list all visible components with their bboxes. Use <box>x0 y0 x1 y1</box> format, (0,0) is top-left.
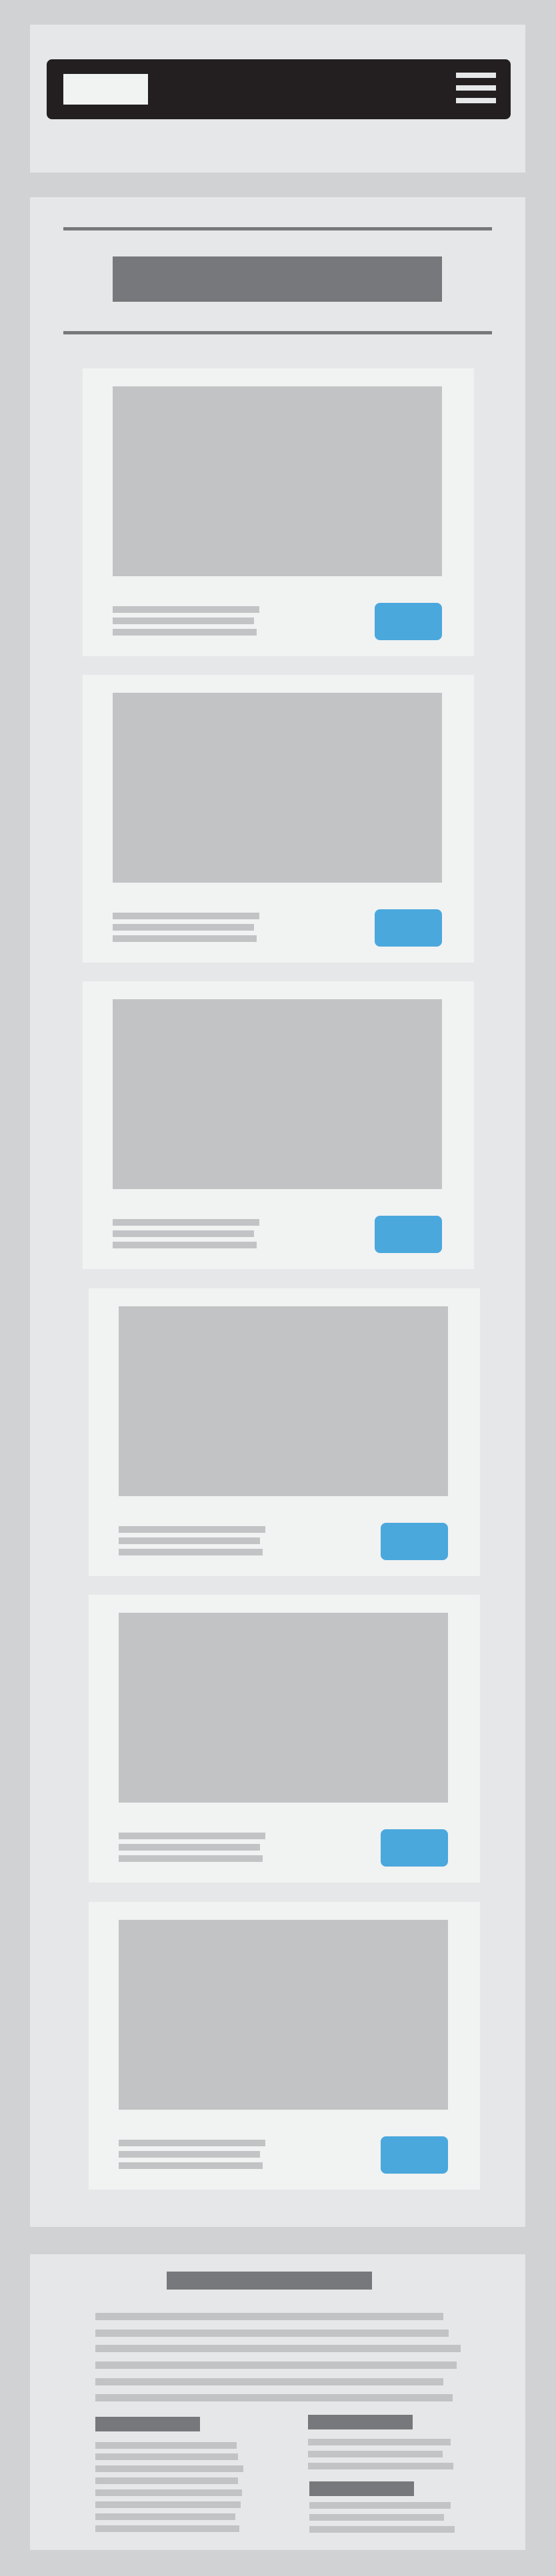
footer-link-placeholder[interactable] <box>309 2502 451 2509</box>
card-5 <box>89 1595 480 1883</box>
footer-link-placeholder[interactable] <box>308 2463 453 2469</box>
page-title-placeholder <box>113 256 442 302</box>
card-action-button[interactable] <box>375 603 442 640</box>
footer-column-heading <box>308 2415 413 2429</box>
card-text-line <box>119 1526 265 1533</box>
footer-link-placeholder[interactable] <box>95 2489 242 2496</box>
card-image-placeholder <box>119 1306 448 1496</box>
footer-link-placeholder[interactable] <box>95 2453 238 2460</box>
footer-column-heading <box>95 2417 200 2431</box>
footer-column-heading <box>309 2481 414 2496</box>
footer-text-line <box>95 2361 457 2369</box>
card-1 <box>83 368 474 656</box>
card-action-button[interactable] <box>381 1829 448 1867</box>
footer-link-placeholder[interactable] <box>308 2439 451 2445</box>
divider-bottom <box>63 331 492 334</box>
footer-link-placeholder[interactable] <box>95 2442 237 2449</box>
divider-top <box>63 227 492 230</box>
card-action-button[interactable] <box>375 1216 442 1253</box>
footer-link-placeholder[interactable] <box>95 2513 235 2520</box>
footer-text-line <box>95 2394 453 2401</box>
card-image-placeholder <box>113 386 442 576</box>
footer-link-placeholder[interactable] <box>309 2526 455 2533</box>
card-image-placeholder <box>113 693 442 883</box>
footer-link-placeholder[interactable] <box>95 2501 241 2508</box>
card-2 <box>83 675 474 963</box>
menu-line <box>456 73 496 78</box>
footer-text-line <box>95 2313 443 2320</box>
card-text-line <box>119 1549 263 1555</box>
card-text-line <box>119 2140 265 2146</box>
card-action-button[interactable] <box>381 1523 448 1560</box>
card-text-line <box>119 2151 260 2158</box>
card-text-line <box>113 629 257 636</box>
card-text-line <box>119 2162 263 2169</box>
card-6 <box>89 1902 480 2190</box>
card-3 <box>83 981 474 1269</box>
card-image-placeholder <box>119 1613 448 1803</box>
card-text-line <box>113 618 254 624</box>
footer-link-placeholder[interactable] <box>95 2525 239 2532</box>
card-text-line <box>113 924 254 931</box>
card-4 <box>89 1288 480 1576</box>
card-image-placeholder <box>113 999 442 1189</box>
logo-placeholder[interactable] <box>63 74 148 105</box>
card-image-placeholder <box>119 1920 448 2110</box>
card-text-line <box>119 1833 265 1839</box>
footer-text-line <box>95 2378 443 2385</box>
card-text-line <box>113 1219 259 1226</box>
footer-link-placeholder[interactable] <box>95 2477 238 2484</box>
menu-line <box>456 85 496 91</box>
card-text-line <box>119 1844 260 1851</box>
footer-link-placeholder[interactable] <box>308 2451 443 2457</box>
card-text-line <box>113 913 259 919</box>
card-text-line <box>119 1855 263 1862</box>
footer-link-placeholder[interactable] <box>309 2514 444 2521</box>
card-text-line <box>113 1242 257 1248</box>
card-action-button[interactable] <box>375 909 442 947</box>
card-text-line <box>113 606 259 613</box>
footer-text-line <box>95 2330 449 2337</box>
card-text-line <box>119 1537 260 1544</box>
menu-line <box>456 98 496 103</box>
card-text-line <box>113 1230 254 1237</box>
footer-text-line <box>95 2345 461 2352</box>
card-text-line <box>113 935 257 942</box>
footer-link-placeholder[interactable] <box>95 2465 243 2472</box>
hamburger-menu-icon[interactable] <box>456 73 496 103</box>
footer-title-placeholder <box>167 2272 372 2290</box>
card-action-button[interactable] <box>381 2136 448 2174</box>
